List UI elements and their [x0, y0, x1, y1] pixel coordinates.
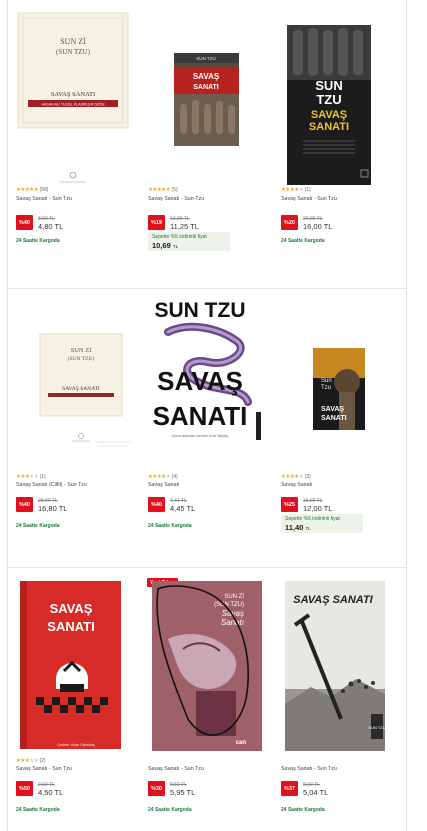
- price: 16,00 TL: [303, 222, 333, 231]
- price: 5,95 TL: [170, 788, 196, 797]
- svg-text:Sun: Sun: [321, 378, 332, 384]
- svg-text:SUN TZU: SUN TZU: [155, 299, 246, 322]
- product-title[interactable]: Savaş Sanatı - Sun Tzu: [148, 766, 204, 772]
- product-cover[interactable]: Sun Tzu SAVAŞ SANATI: [281, 296, 411, 476]
- rating: ★★★★★ (5): [148, 187, 178, 193]
- svg-text:SAVAŞ: SAVAŞ: [193, 72, 220, 81]
- price: 12,00 TL: [303, 504, 333, 513]
- discount-badge: %37: [281, 781, 298, 796]
- product-title[interactable]: Savaş Sanatı - Sun Tzu: [281, 766, 337, 772]
- svg-text:SAVAŞ: SAVAŞ: [50, 601, 93, 616]
- product-cover[interactable]: SAVAŞ SANATI Çeviren: Alara Özbektaş: [16, 579, 146, 759]
- discount-badge: %40: [16, 215, 33, 230]
- shipping-label: 24 Saatte Kargoda: [148, 523, 192, 529]
- row-divider: [7, 567, 407, 568]
- shipping-label: 24 Saatte Kargoda: [281, 807, 325, 813]
- product-cover[interactable]: SUN TZU SAVAŞ SANATI: [148, 8, 278, 188]
- cover-author: SUN Zİ: [60, 37, 86, 46]
- stars-icon: ★★★★★: [148, 187, 171, 193]
- svg-text:SANATI: SANATI: [309, 121, 349, 133]
- stars-icon: ★★★★★: [281, 187, 304, 193]
- svg-text:SAVAŞ: SAVAŞ: [321, 406, 344, 413]
- discount-badge: %19: [148, 215, 165, 230]
- product-cover[interactable]: SUN Zİ (SUN TZU) SAVAŞ SANATI: [16, 296, 146, 476]
- svg-text:Çeviren: Alara Özbektaş: Çeviren: Alara Özbektaş: [57, 743, 95, 747]
- product-title[interactable]: Savaş Sanatı - Sun Tzu: [16, 196, 72, 202]
- discount-badge: %40: [16, 497, 33, 512]
- stars-icon: ★★★★★: [16, 474, 39, 480]
- rating: ★★★★★ (1): [281, 187, 311, 193]
- product-title[interactable]: Savaş Sanatı: [281, 482, 313, 488]
- svg-text:SUN Zİ: SUN Zİ: [71, 347, 92, 354]
- stars-icon: ★★★★★: [16, 187, 39, 193]
- svg-text:SANATI: SANATI: [321, 415, 347, 422]
- price: 11,25 TL: [170, 222, 199, 231]
- rating: ★★★★★ (58): [16, 187, 49, 193]
- svg-text:SAVAŞ SANATI: SAVAŞ SANATI: [51, 91, 95, 98]
- rating: ★★★★★ (2): [16, 758, 46, 764]
- product-cover[interactable]: SAVAŞ SANATI SUN TZU: [281, 579, 411, 759]
- price: 4,80 TL: [38, 222, 64, 231]
- svg-text:SUN Zİ: SUN Zİ: [224, 593, 244, 600]
- rating: ★★★★★ (3): [281, 474, 311, 480]
- product-title[interactable]: Savaş Sanatı (Ciltli) - Sun Tzu: [16, 482, 87, 488]
- product-cover[interactable]: SUN Zİ (SUN TZU) Savaş Sanatı can: [148, 579, 278, 759]
- svg-text:can: can: [236, 740, 247, 746]
- shipping-label: 24 Saatte Kargoda: [16, 238, 60, 244]
- svg-text:SAVAŞ SANATI: SAVAŞ SANATI: [293, 594, 373, 606]
- shipping-label: 24 Saatte Kargoda: [148, 807, 192, 813]
- product-title[interactable]: Savaş Sanatı - Sun Tzu: [16, 766, 72, 772]
- svg-text:HASAN ALİ YÜCEL KLASİKLER DİZİ: HASAN ALİ YÜCEL KLASİKLER DİZİSİ: [41, 102, 104, 107]
- discount-badge: %50: [16, 781, 33, 796]
- product-title[interactable]: Savaş Sanatı - Sun-Tzu: [148, 196, 204, 202]
- svg-text:SAVAŞ SANATI: SAVAŞ SANATI: [62, 386, 100, 392]
- stars-icon: ★★★★★: [16, 758, 39, 764]
- shipping-label: 24 Saatte Kargoda: [16, 807, 60, 813]
- rating: ★★★★★ (1): [16, 474, 46, 480]
- row-divider: [7, 288, 407, 289]
- price: 4,45 TL: [170, 504, 196, 513]
- product-cover[interactable]: SUN TZU SAVAŞ SANATI: [281, 8, 411, 188]
- price: 4,50 TL: [38, 788, 64, 797]
- svg-text:Çince aslından çeviren Emir Be: Çince aslından çeviren Emir Beylay: [172, 434, 229, 438]
- svg-text:(SUN TZU): (SUN TZU): [214, 602, 244, 608]
- product-cover[interactable]: SUN Zİ (SUN TZU) SAVAŞ SANATI HASAN ALİ …: [16, 8, 146, 188]
- svg-text:SUN TZU: SUN TZU: [368, 725, 385, 730]
- discount-badge: %25: [281, 497, 298, 512]
- product-title[interactable]: Savaş Sanatı: [148, 482, 180, 488]
- svg-text:SAVAŞ: SAVAŞ: [157, 366, 243, 396]
- stars-icon: ★★★★★: [281, 474, 304, 480]
- discount-badge: %30: [148, 781, 165, 796]
- product-cover[interactable]: SUN TZU SAVAŞ SANATI Çince aslından çevi…: [148, 292, 278, 472]
- svg-text:SANATI: SANATI: [193, 84, 219, 91]
- basket-discount: Sepette %5 indirimli fiyat 11,40 TL: [281, 514, 363, 533]
- svg-text:Tzu: Tzu: [321, 385, 331, 391]
- svg-text:SANATI: SANATI: [47, 619, 94, 634]
- product-title[interactable]: Savaş Sanatı - Sun Tzu: [281, 196, 337, 202]
- stars-icon: ★★★★★: [148, 474, 171, 480]
- svg-text:SUN: SUN: [315, 78, 342, 93]
- discount-badge: %20: [281, 215, 298, 230]
- price: 5,04 TL: [303, 788, 329, 797]
- shipping-label: 24 Saatte Kargoda: [281, 238, 325, 244]
- svg-text:(SUN TZU): (SUN TZU): [68, 355, 95, 362]
- discount-badge: %40: [148, 497, 165, 512]
- price: 16,80 TL: [38, 504, 68, 513]
- basket-discount: Sepette %5 indirimli fiyat 10,69 TL: [148, 232, 230, 251]
- rating: ★★★★★ (4): [148, 474, 178, 480]
- svg-text:(SUN TZU): (SUN TZU): [56, 48, 91, 56]
- svg-text:TZU: TZU: [316, 92, 341, 107]
- shipping-label: 24 Saatte Kargoda: [16, 523, 60, 529]
- svg-text:SANATI: SANATI: [153, 401, 248, 431]
- svg-text:SAVAŞ: SAVAŞ: [311, 109, 347, 121]
- svg-text:SUN TZU: SUN TZU: [196, 56, 215, 61]
- svg-text:Sanatı: Sanatı: [221, 618, 244, 627]
